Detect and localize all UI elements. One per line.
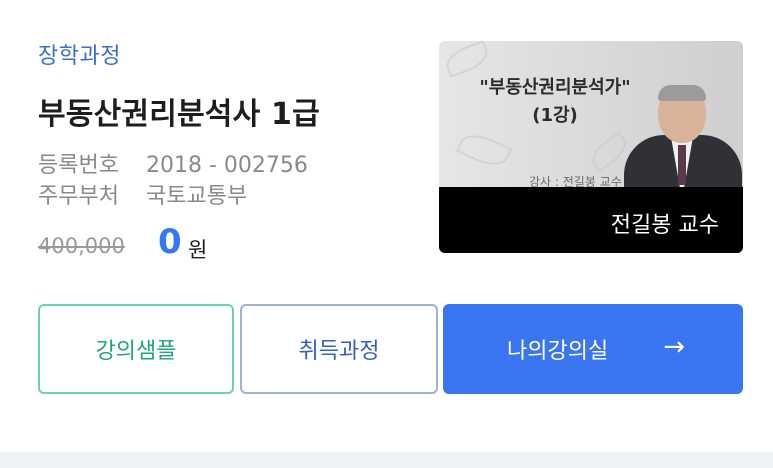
instructor-photo — [624, 85, 742, 191]
course-title: 부동산권리분석사 1급 — [38, 97, 320, 132]
lecture-sample-button[interactable]: 강의샘플 — [38, 304, 234, 394]
instructor-tie — [678, 145, 686, 185]
currency-unit: 원 — [188, 238, 208, 262]
ministry-value: 국토교통부 — [146, 184, 248, 209]
course-category: 장학과정 — [38, 44, 121, 69]
registration-row: 등록번호 2018 - 002756 — [38, 147, 308, 179]
my-classroom-label: 나의강의실 — [507, 339, 609, 364]
section-divider — [0, 452, 773, 468]
instructor-hair — [658, 85, 706, 101]
instructor-caption: 전길봉 교수 — [610, 213, 719, 238]
ministry-label: 주무부처 — [38, 184, 119, 209]
ministry-row: 주무부처 국토교통부 — [38, 178, 247, 210]
my-classroom-button[interactable]: 나의강의실 → — [443, 304, 743, 394]
sale-price: 0 — [158, 222, 182, 262]
registration-value: 2018 - 002756 — [146, 153, 308, 178]
thumbnail-caption-bar: 전길봉 교수 — [439, 187, 743, 253]
registration-label: 등록번호 — [38, 153, 119, 178]
decorative-leaf — [442, 41, 492, 78]
course-card: 장학과정 부동산권리분석사 1급 등록번호 2018 - 002756 주무부처 국… — [0, 0, 773, 452]
lecture-thumbnail[interactable]: "부동산권리분석가" (1강) 강사 : 전길봉 교수 전길봉 교수 — [439, 41, 743, 253]
arrow-right-icon: → — [663, 332, 685, 362]
acquisition-course-button[interactable]: 취득과정 — [240, 304, 438, 394]
decorative-leaf — [455, 127, 513, 173]
original-price: 400,000 — [38, 234, 125, 258]
